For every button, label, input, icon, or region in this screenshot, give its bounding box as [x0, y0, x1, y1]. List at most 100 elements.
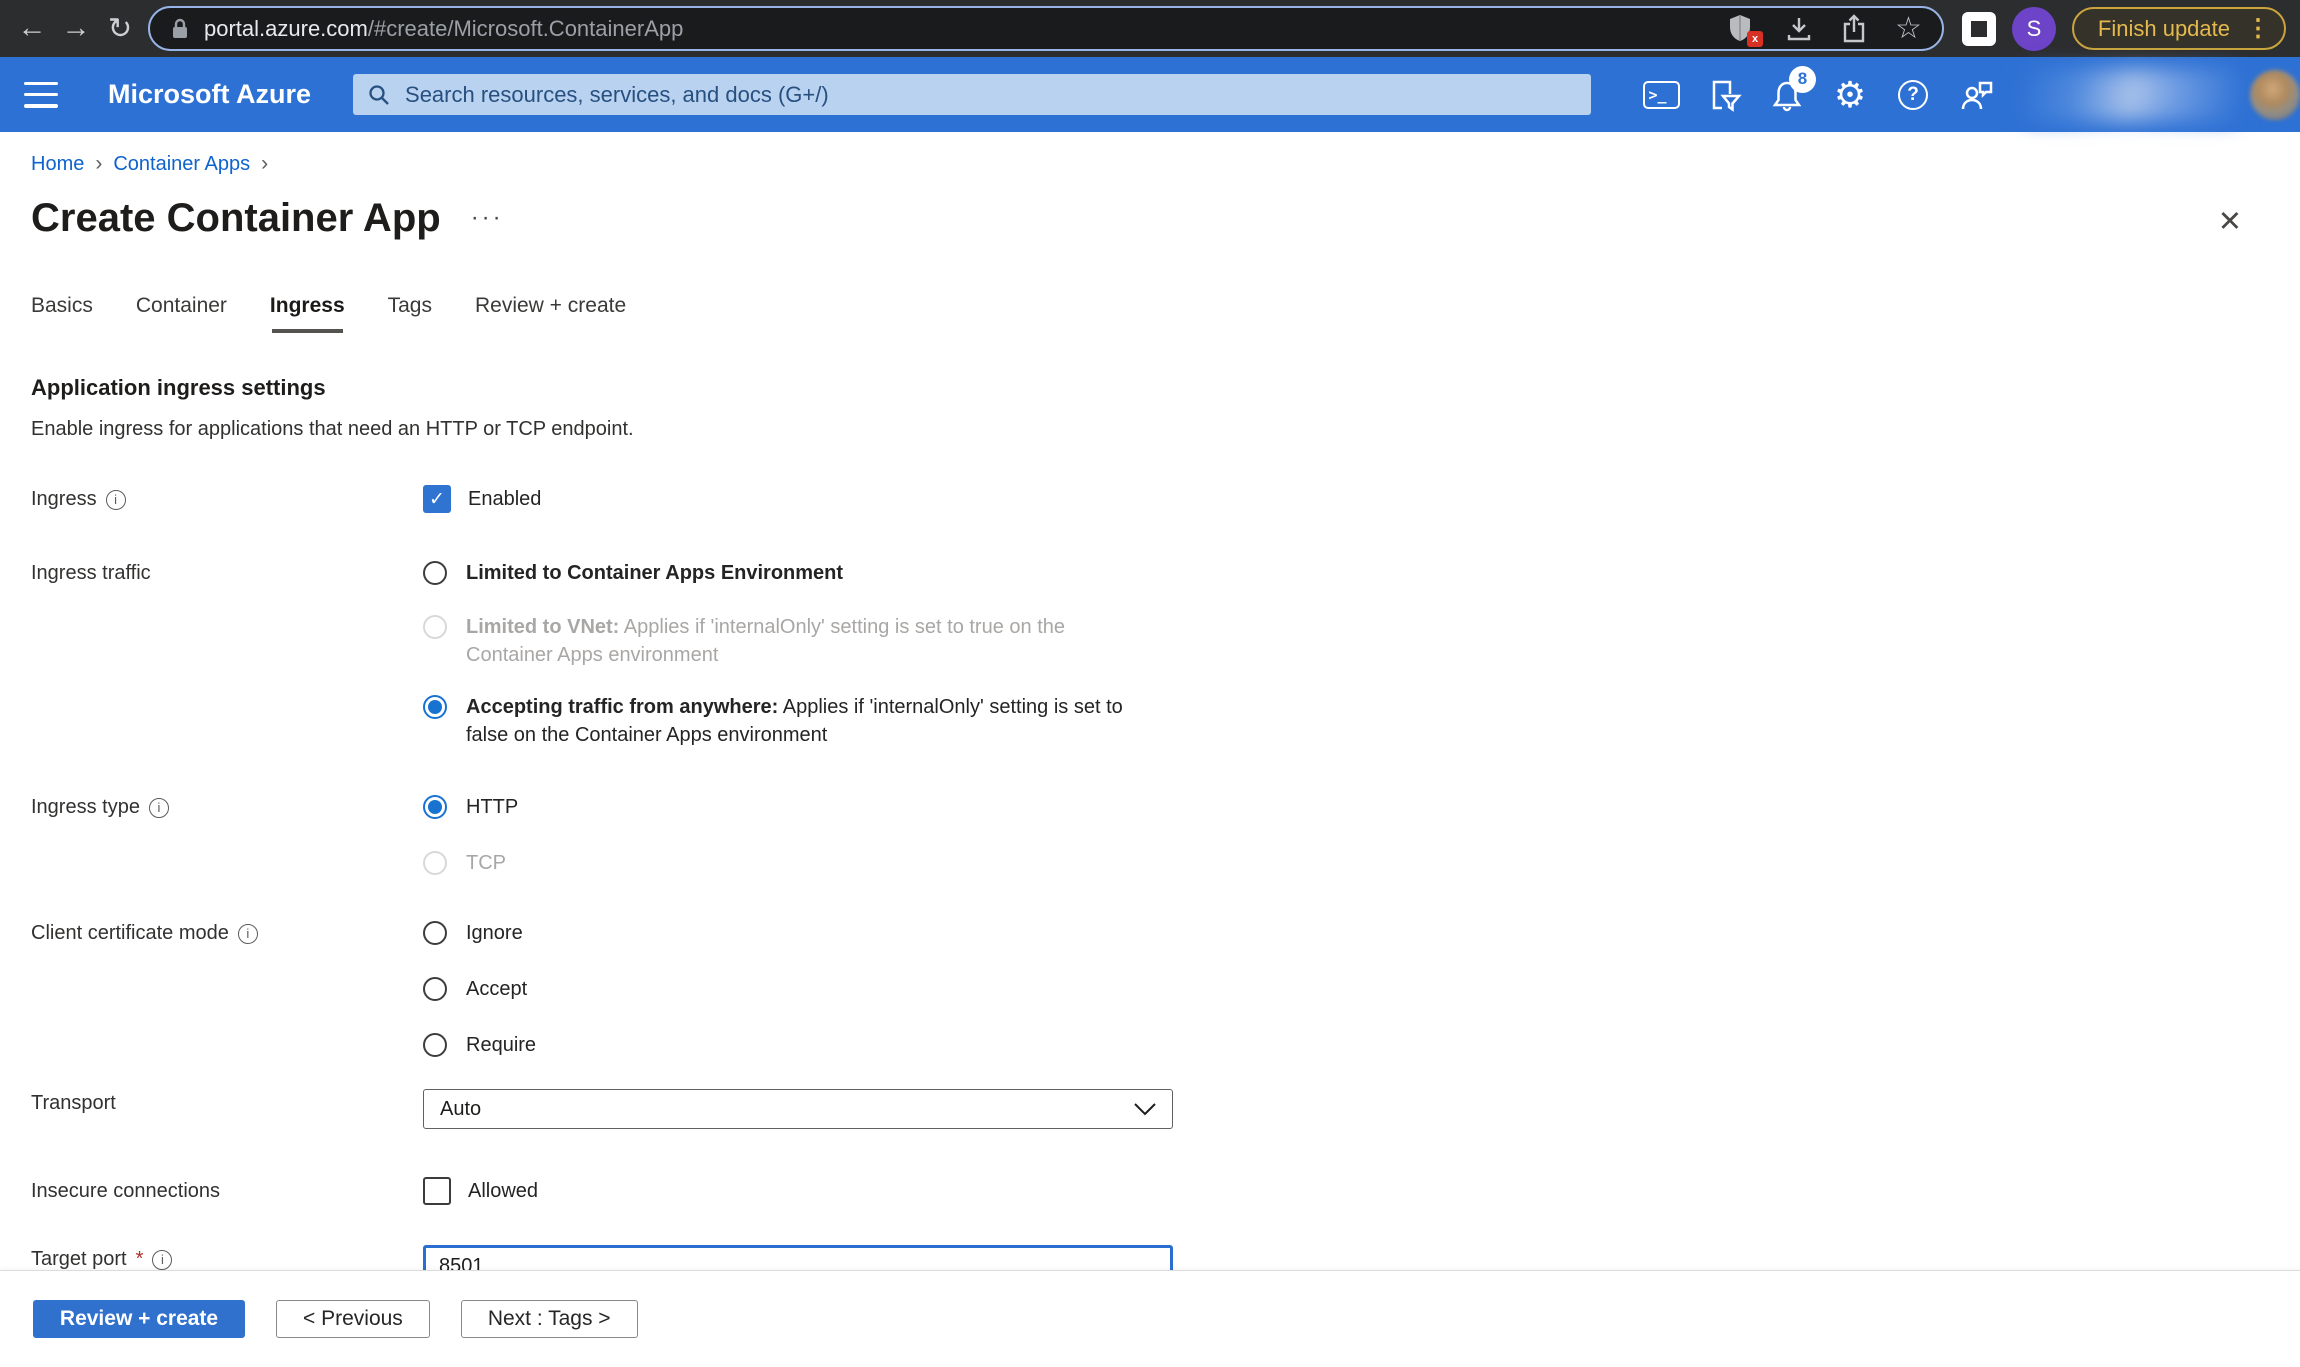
- next-tags-button[interactable]: Next : Tags >: [461, 1300, 638, 1338]
- ingress-enabled-checkbox[interactable]: ✓: [423, 485, 451, 513]
- tab-container[interactable]: Container: [136, 294, 227, 333]
- info-icon[interactable]: i: [152, 1250, 172, 1270]
- azure-header: Microsoft Azure >_ 8 ⚙ ?: [0, 57, 2300, 132]
- close-icon[interactable]: ✕: [2218, 208, 2242, 237]
- azure-brand[interactable]: Microsoft Azure: [108, 79, 311, 110]
- radio-option-limited-vnet: Limited to VNet: Applies if 'internalOnl…: [423, 613, 1123, 669]
- notification-count-badge: 8: [1789, 66, 1816, 93]
- more-options-icon[interactable]: ···: [471, 204, 504, 232]
- wizard-footer: Review + create < Previous Next : Tags >: [0, 1270, 2300, 1367]
- tab-tags[interactable]: Tags: [388, 294, 432, 333]
- radio-option-tcp: TCP: [423, 849, 1123, 877]
- account-info-blurred: [2022, 69, 2240, 121]
- insecure-connections-label: Insecure connections: [31, 1180, 220, 1203]
- transport-label-row: Transport: [31, 1089, 423, 1115]
- tab-basics[interactable]: Basics: [31, 294, 93, 333]
- radio-option-accept-anywhere: Accepting traffic from anywhere: Applies…: [423, 693, 1123, 749]
- download-icon[interactable]: [1785, 15, 1813, 43]
- browser-profile-avatar[interactable]: S: [2012, 7, 2056, 51]
- option-text: Require: [466, 1031, 536, 1059]
- radio-require[interactable]: [423, 1033, 447, 1057]
- extension-icon[interactable]: x: [1727, 13, 1757, 45]
- info-icon[interactable]: i: [106, 490, 126, 510]
- radio-option-accept: Accept: [423, 975, 1123, 1003]
- option-bold-text: Accepting traffic from anywhere:: [466, 696, 778, 718]
- directory-filter-icon[interactable]: [1704, 75, 1744, 115]
- option-bold-text: Limited to VNet:: [466, 616, 619, 638]
- required-asterisk: *: [136, 1248, 144, 1271]
- url-domain: portal.azure.com: [204, 16, 368, 41]
- previous-button[interactable]: < Previous: [276, 1300, 430, 1338]
- target-port-label-row: Target port * i: [31, 1245, 423, 1271]
- transport-value: Auto: [440, 1098, 481, 1121]
- ingress-enabled-label: Enabled: [468, 488, 541, 511]
- kebab-menu-icon[interactable]: ⋮: [2246, 14, 2270, 43]
- breadcrumb-home[interactable]: Home: [31, 153, 84, 176]
- forward-icon[interactable]: →: [54, 7, 98, 51]
- radio-accept-anywhere[interactable]: [423, 695, 447, 719]
- client-cert-mode-label-row: Client certificate mode i: [31, 919, 423, 945]
- ingress-label-row: Ingress i: [31, 485, 423, 511]
- transport-label: Transport: [31, 1092, 116, 1115]
- ingress-label: Ingress: [31, 488, 97, 511]
- client-cert-mode-label: Client certificate mode: [31, 922, 229, 945]
- section-description: Enable ingress for applications that nee…: [31, 418, 2300, 441]
- option-bold-text: Limited to Container Apps Environment: [466, 562, 843, 584]
- back-icon[interactable]: ←: [10, 7, 54, 51]
- tab-review-create[interactable]: Review + create: [475, 294, 626, 333]
- radio-ignore[interactable]: [423, 921, 447, 945]
- breadcrumb-separator-icon: ›: [95, 152, 102, 176]
- insecure-allowed-label: Allowed: [468, 1180, 538, 1203]
- global-search[interactable]: [353, 74, 1591, 115]
- side-panel-icon[interactable]: [1962, 12, 1996, 46]
- page-title: Create Container App: [31, 196, 441, 241]
- refresh-icon[interactable]: ↻: [98, 7, 142, 51]
- extension-badge: x: [1747, 31, 1763, 47]
- browser-chrome: ← → ↻ portal.azure.com/#create/Microsoft…: [0, 0, 2300, 57]
- radio-limited-environment[interactable]: [423, 561, 447, 585]
- finish-update-button[interactable]: Finish update ⋮: [2072, 7, 2286, 50]
- info-icon[interactable]: i: [238, 924, 258, 944]
- settings-gear-icon[interactable]: ⚙: [1830, 75, 1870, 115]
- insecure-connections-label-row: Insecure connections: [31, 1177, 423, 1203]
- ingress-type-label-row: Ingress type i: [31, 793, 423, 819]
- tab-ingress[interactable]: Ingress: [270, 294, 345, 333]
- radio-option-limited-environment: Limited to Container Apps Environment: [423, 559, 1123, 587]
- search-input[interactable]: [403, 81, 1577, 109]
- page-content: Home › Container Apps › Create Container…: [0, 152, 2300, 1287]
- radio-option-http: HTTP: [423, 793, 1123, 821]
- account-avatar[interactable]: [2250, 70, 2300, 120]
- notifications-bell-icon[interactable]: 8: [1767, 75, 1807, 115]
- chevron-down-icon: [1134, 1103, 1156, 1116]
- radio-option-ignore: Ignore: [423, 919, 1123, 947]
- tab-bar: Basics Container Ingress Tags Review + c…: [31, 294, 2300, 333]
- radio-option-require: Require: [423, 1031, 1123, 1059]
- search-icon: [367, 83, 391, 107]
- insecure-allowed-checkbox[interactable]: [423, 1177, 451, 1205]
- bookmark-star-icon[interactable]: ☆: [1895, 14, 1922, 44]
- option-text: HTTP: [466, 793, 518, 821]
- breadcrumb-container-apps[interactable]: Container Apps: [113, 153, 250, 176]
- review-create-button[interactable]: Review + create: [33, 1300, 245, 1338]
- section-heading: Application ingress settings: [31, 375, 2300, 401]
- address-bar[interactable]: portal.azure.com/#create/Microsoft.Conta…: [148, 6, 1944, 51]
- lock-icon: [170, 17, 190, 41]
- ingress-traffic-label: Ingress traffic: [31, 562, 151, 585]
- url-text: portal.azure.com/#create/Microsoft.Conta…: [204, 16, 683, 42]
- url-path: /#create/Microsoft.ContainerApp: [368, 16, 684, 41]
- target-port-label: Target port: [31, 1248, 127, 1271]
- radio-http[interactable]: [423, 795, 447, 819]
- info-icon[interactable]: i: [149, 798, 169, 818]
- radio-tcp: [423, 851, 447, 875]
- cloud-shell-icon[interactable]: >_: [1641, 75, 1681, 115]
- ingress-traffic-label-row: Ingress traffic: [31, 559, 423, 585]
- radio-accept[interactable]: [423, 977, 447, 1001]
- transport-dropdown[interactable]: Auto: [423, 1089, 1173, 1129]
- feedback-icon[interactable]: [1956, 75, 1996, 115]
- finish-update-label: Finish update: [2098, 16, 2230, 42]
- help-icon[interactable]: ?: [1893, 75, 1933, 115]
- breadcrumb: Home › Container Apps ›: [31, 152, 2300, 176]
- hamburger-menu-icon[interactable]: [24, 82, 58, 108]
- share-icon[interactable]: [1841, 14, 1867, 44]
- option-text: TCP: [466, 849, 506, 877]
